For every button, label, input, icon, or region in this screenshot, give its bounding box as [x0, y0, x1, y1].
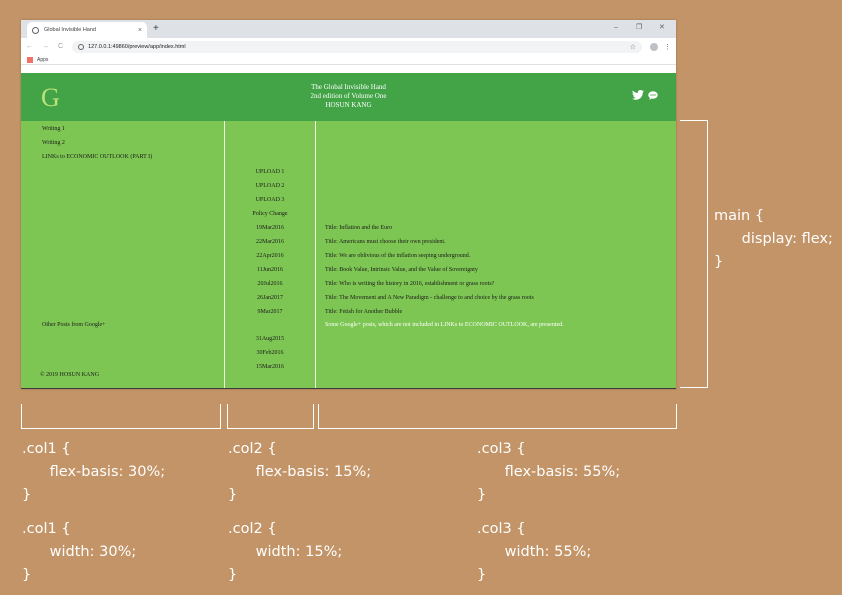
main-css-annotation: main { display: flex; }: [714, 208, 833, 270]
google-posts-note: Some Google+ posts, which are not includ…: [325, 322, 564, 328]
tab-title: Global Invisible Hand: [44, 27, 96, 33]
date-link[interactable]: 11Jun2016: [225, 267, 315, 273]
col3-bracket: [318, 404, 677, 429]
tab-close-icon[interactable]: ×: [138, 27, 142, 34]
browser-menu-icon[interactable]: ⋮: [664, 43, 671, 51]
twitter-icon[interactable]: [632, 90, 644, 100]
date-link[interactable]: 15Mar2016: [225, 364, 315, 370]
address-bar[interactable]: 127.0.0.1:49860/preview/app/index.html ☆: [72, 40, 642, 53]
link-upload-2[interactable]: UPLOAD 2: [225, 183, 315, 189]
forward-button[interactable]: →: [42, 43, 49, 50]
apps-grid-icon[interactable]: [27, 56, 33, 63]
tab-bar: Global Invisible Hand × + – ❐ ✕: [21, 20, 676, 38]
minimize-button[interactable]: –: [614, 23, 618, 33]
date-link[interactable]: 19Mar2016: [225, 225, 315, 231]
reload-button[interactable]: C: [58, 43, 63, 50]
link-upload-1[interactable]: UPLOAD 1: [225, 169, 315, 175]
site-author: HOSUN KANG: [325, 101, 372, 109]
column-2: UPLOAD 1 UPLOAD 2 UPLOAD 3 Policy Change…: [225, 121, 316, 388]
close-window-button[interactable]: ✕: [659, 23, 665, 33]
apps-bookmark[interactable]: Apps: [37, 57, 48, 63]
col1-bracket: [21, 404, 221, 429]
profile-avatar[interactable]: [650, 42, 658, 51]
date-link[interactable]: 26Jan2017: [225, 295, 315, 301]
post-title[interactable]: Title: Inflation and the Euro: [325, 225, 392, 231]
post-title[interactable]: Title: We are oblivious of the inflation…: [325, 253, 470, 259]
post-title[interactable]: Title: Fetish for Another Bubble: [325, 309, 402, 315]
url-text[interactable]: 127.0.0.1:49860/preview/app/index.html: [88, 44, 630, 50]
date-link[interactable]: 9Mar2017: [225, 309, 315, 315]
post-title[interactable]: Title: The Movement and A New Paradigm -…: [325, 295, 534, 301]
col3-width-annotation: .col3 { width: 55%; }: [477, 521, 592, 583]
column-1: Writing 1 Writing 2 LINKs to ECONOMIC OU…: [21, 121, 225, 388]
site-header: G The Global Invisible Hand 2nd edition …: [21, 73, 676, 121]
bookmarks-bar: Apps: [21, 55, 676, 65]
post-title[interactable]: Title: Who is writing the history in 201…: [325, 281, 494, 287]
link-other-posts[interactable]: Other Posts from Google+: [42, 322, 106, 328]
globe-icon: [32, 26, 39, 34]
col2-bracket: [227, 404, 314, 429]
info-icon[interactable]: [78, 43, 85, 50]
social-links: [632, 90, 658, 100]
site-title: The Global Invisible Hand: [311, 83, 386, 91]
back-button[interactable]: ←: [26, 43, 33, 50]
browser-window: Global Invisible Hand × + – ❐ ✕ ← → C 12…: [21, 20, 676, 389]
address-bar-row: ← → C 127.0.0.1:49860/preview/app/index.…: [21, 38, 676, 55]
link-upload-3[interactable]: UPLOAD 3: [225, 197, 315, 203]
date-link[interactable]: 20Jul2016: [225, 281, 315, 287]
main-flex-container: Writing 1 Writing 2 LINKs to ECONOMIC OU…: [21, 121, 676, 389]
chat-bubble-icon[interactable]: [648, 90, 658, 100]
site-edition: 2nd edition of Volume One: [310, 92, 387, 100]
new-tab-button[interactable]: +: [153, 22, 159, 36]
date-link[interactable]: 22Apr2016: [225, 253, 315, 259]
site-title-block: The Global Invisible Hand 2nd edition of…: [21, 83, 676, 110]
main-bracket: [680, 120, 708, 388]
col2-width-annotation: .col2 { width: 15%; }: [228, 521, 343, 583]
link-economic-outlook[interactable]: LINKs to ECONOMIC OUTLOOK (PART I): [42, 154, 152, 160]
link-policy-change[interactable]: Policy Change: [225, 211, 315, 217]
link-writing-1[interactable]: Writing 1: [42, 126, 65, 132]
date-link[interactable]: 30Feb2016: [225, 350, 315, 356]
col1-width-annotation: .col1 { width: 30%; }: [22, 521, 137, 583]
restore-button[interactable]: ❐: [636, 23, 642, 33]
col3-flex-annotation: .col3 { flex-basis: 55%; }: [477, 441, 621, 503]
col2-flex-annotation: .col2 { flex-basis: 15%; }: [228, 441, 372, 503]
link-writing-2[interactable]: Writing 2: [42, 140, 65, 146]
date-link[interactable]: 31Aug2015: [225, 336, 315, 342]
column-3: Title: Inflation and the Euro Title: Ame…: [316, 121, 676, 388]
date-link[interactable]: 22Mar2016: [225, 239, 315, 245]
post-title[interactable]: Title: Book Value, Intrinsic Value, and …: [325, 267, 478, 273]
browser-tab[interactable]: Global Invisible Hand ×: [27, 22, 147, 38]
copyright-text: © 2019 HOSUN KANG: [40, 372, 100, 378]
web-page: G The Global Invisible Hand 2nd edition …: [21, 73, 676, 389]
bookmark-star-icon[interactable]: ☆: [630, 43, 636, 51]
post-title[interactable]: Title: Americans must choose their own p…: [325, 239, 446, 245]
col1-flex-annotation: .col1 { flex-basis: 30%; }: [22, 441, 166, 503]
